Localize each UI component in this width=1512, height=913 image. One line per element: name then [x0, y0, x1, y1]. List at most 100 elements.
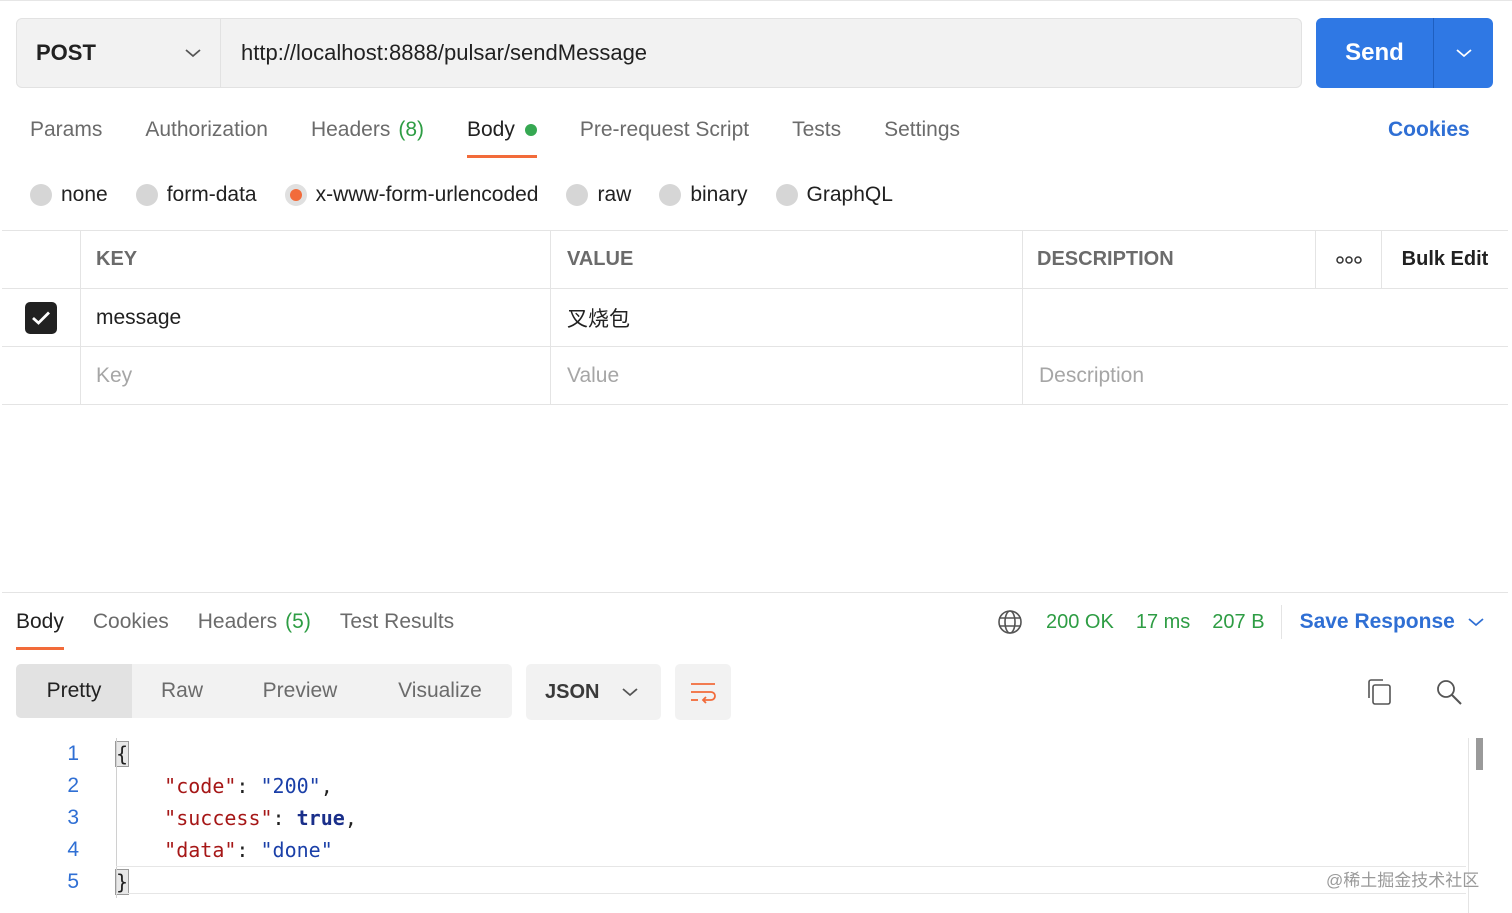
code-line: 4 "data": "done" — [0, 834, 1470, 866]
code-line: 3 "success": true, — [0, 802, 1470, 834]
chevron-down-icon — [185, 49, 201, 58]
status-code[interactable]: 200 OK — [1046, 611, 1114, 634]
watermark: @稀土掘金技术社区 — [1326, 871, 1480, 890]
key-cell[interactable]: message — [81, 289, 551, 346]
tab-label: Headers — [197, 610, 278, 633]
radio-selected-icon — [284, 184, 307, 206]
copy-icon[interactable] — [1364, 676, 1394, 708]
description-cell[interactable] — [1023, 289, 1508, 346]
response-tabs: Body Cookies Headers (5) Test Results — [16, 604, 483, 650]
line-number: 1 — [67, 742, 79, 765]
header-check-cell — [2, 231, 81, 288]
chevron-down-icon — [1455, 49, 1472, 58]
tab-label: Headers — [310, 118, 391, 141]
save-response-label: Save Response — [1299, 610, 1455, 633]
save-response-button[interactable]: Save Response — [1300, 610, 1485, 634]
json-key: "success" — [164, 806, 273, 830]
tab-count: (5) — [285, 610, 311, 633]
format-select[interactable]: JSON — [526, 664, 661, 720]
send-options-button[interactable] — [1434, 18, 1493, 88]
response-tab-test-results[interactable]: Test Results — [340, 604, 454, 640]
radio-circle-icon — [659, 184, 682, 206]
top-border — [0, 0, 1512, 3]
header-key: KEY — [81, 231, 551, 288]
cookies-link[interactable]: Cookies — [1388, 118, 1470, 142]
view-preview[interactable]: Preview — [232, 664, 368, 718]
radio-label: none — [61, 183, 108, 206]
bulk-edit-button[interactable]: Bulk Edit — [1382, 231, 1508, 288]
response-divider[interactable] — [2, 592, 1508, 593]
radio-raw[interactable]: raw — [566, 183, 631, 207]
tab-body[interactable]: Body — [467, 110, 537, 158]
tab-authorization[interactable]: Authorization — [145, 110, 268, 150]
radio-form-data[interactable]: form-data — [135, 183, 257, 207]
checkmark-icon — [32, 311, 50, 325]
vertical-scrollbar-thumb[interactable] — [1476, 738, 1483, 770]
radio-graphql[interactable]: GraphQL — [775, 183, 893, 207]
radio-label: raw — [597, 183, 632, 206]
view-pretty[interactable]: Pretty — [16, 664, 132, 718]
line-number: 5 — [67, 870, 79, 893]
value-cell[interactable]: 叉烧包 — [551, 289, 1023, 346]
tab-settings[interactable]: Settings — [884, 110, 960, 150]
globe-icon[interactable] — [996, 608, 1024, 636]
header-description: DESCRIPTION — [1023, 231, 1316, 288]
tab-label: Pre-request Script — [579, 118, 750, 141]
view-visualize[interactable]: Visualize — [368, 664, 512, 718]
method-select[interactable]: POST — [17, 19, 221, 87]
tab-label: Authorization — [145, 118, 268, 141]
radio-circle-icon — [775, 184, 798, 206]
radio-circle-icon — [135, 184, 158, 206]
response-status: 200 OK 17 ms 207 B Save Response — [996, 604, 1485, 640]
status-separator — [1280, 605, 1282, 639]
response-tab-headers[interactable]: Headers (5) — [198, 604, 311, 640]
tab-count: (8) — [398, 118, 424, 141]
tab-tests[interactable]: Tests — [792, 110, 841, 150]
table-header-row: KEY VALUE DESCRIPTION Bulk Edit — [2, 231, 1508, 289]
tab-label: Body — [467, 118, 515, 141]
tab-label: Params — [30, 118, 103, 141]
row-checkbox[interactable] — [25, 301, 57, 334]
tab-label: Tests — [792, 118, 842, 141]
response-size[interactable]: 207 B — [1212, 611, 1264, 634]
params-table: KEY VALUE DESCRIPTION Bulk Edit message … — [2, 230, 1508, 405]
radio-circle-icon — [566, 184, 589, 206]
send-button[interactable]: Send — [1316, 18, 1493, 88]
response-time[interactable]: 17 ms — [1136, 611, 1190, 634]
wrap-lines-button[interactable] — [675, 664, 731, 720]
response-tab-cookies[interactable]: Cookies — [93, 604, 169, 640]
format-label: JSON — [545, 680, 600, 703]
tab-label: Cookies — [92, 610, 169, 633]
key-input[interactable]: Key — [81, 347, 551, 404]
line-number: 3 — [67, 806, 79, 829]
view-raw[interactable]: Raw — [132, 664, 232, 718]
horizontal-scrollbar[interactable] — [116, 866, 1466, 894]
row-check-cell — [2, 347, 81, 404]
tab-pre-request-script[interactable]: Pre-request Script — [580, 110, 749, 150]
value-input[interactable]: Value — [551, 347, 1023, 404]
line-number: 4 — [67, 838, 79, 861]
radio-label: GraphQL — [806, 183, 893, 206]
method-label: POST — [36, 40, 96, 65]
wrap-lines-icon — [691, 683, 716, 704]
radio-label: x-www-form-urlencoded — [315, 183, 539, 206]
radio-label: binary — [690, 183, 748, 206]
tab-label: Body — [16, 610, 64, 633]
response-tab-body[interactable]: Body — [16, 604, 64, 650]
row-check-cell — [2, 289, 81, 346]
modified-dot-icon — [524, 124, 537, 136]
description-input[interactable]: Description — [1023, 347, 1508, 404]
tab-headers[interactable]: Headers (8) — [311, 110, 424, 150]
json-key: "data" — [164, 838, 237, 862]
body-type-radios: none form-data x-www-form-urlencoded raw… — [30, 178, 921, 212]
radio-binary[interactable]: binary — [659, 183, 748, 207]
radio-x-www-form-urlencoded[interactable]: x-www-form-urlencoded — [284, 183, 539, 207]
table-row: message 叉烧包 — [2, 289, 1508, 347]
more-options-button[interactable] — [1316, 231, 1382, 288]
more-dots-icon — [1335, 255, 1362, 264]
tab-params[interactable]: Params — [30, 110, 102, 150]
url-input[interactable]: http://localhost:8888/pulsar/sendMessage — [221, 19, 1301, 87]
request-bar: POST http://localhost:8888/pulsar/sendMe… — [16, 18, 1302, 88]
search-icon[interactable] — [1434, 676, 1464, 708]
radio-none[interactable]: none — [30, 183, 108, 207]
